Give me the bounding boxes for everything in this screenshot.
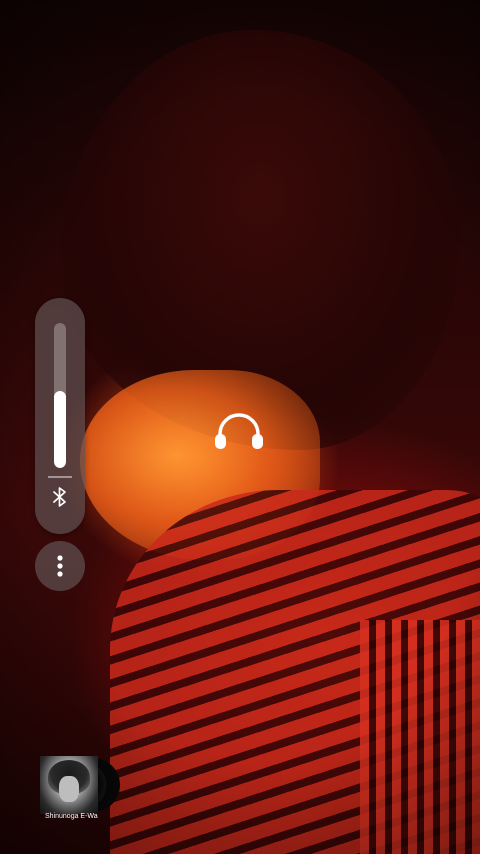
- track-title: Shinunoga E-Wa: [45, 813, 98, 820]
- album-cover-face: [59, 776, 79, 802]
- album-cover: [40, 756, 98, 814]
- volume-slider-fill: [54, 391, 66, 468]
- now-playing-album-art[interactable]: [40, 756, 122, 814]
- more-vert-icon: [57, 555, 63, 577]
- more-options-button[interactable]: [35, 541, 85, 591]
- volume-slider[interactable]: [54, 323, 66, 468]
- volume-panel: [35, 298, 85, 534]
- bluetooth-icon: [53, 487, 66, 507]
- bluetooth-button[interactable]: [47, 483, 73, 511]
- headphones-icon: [215, 413, 263, 449]
- volume-divider: [48, 476, 72, 478]
